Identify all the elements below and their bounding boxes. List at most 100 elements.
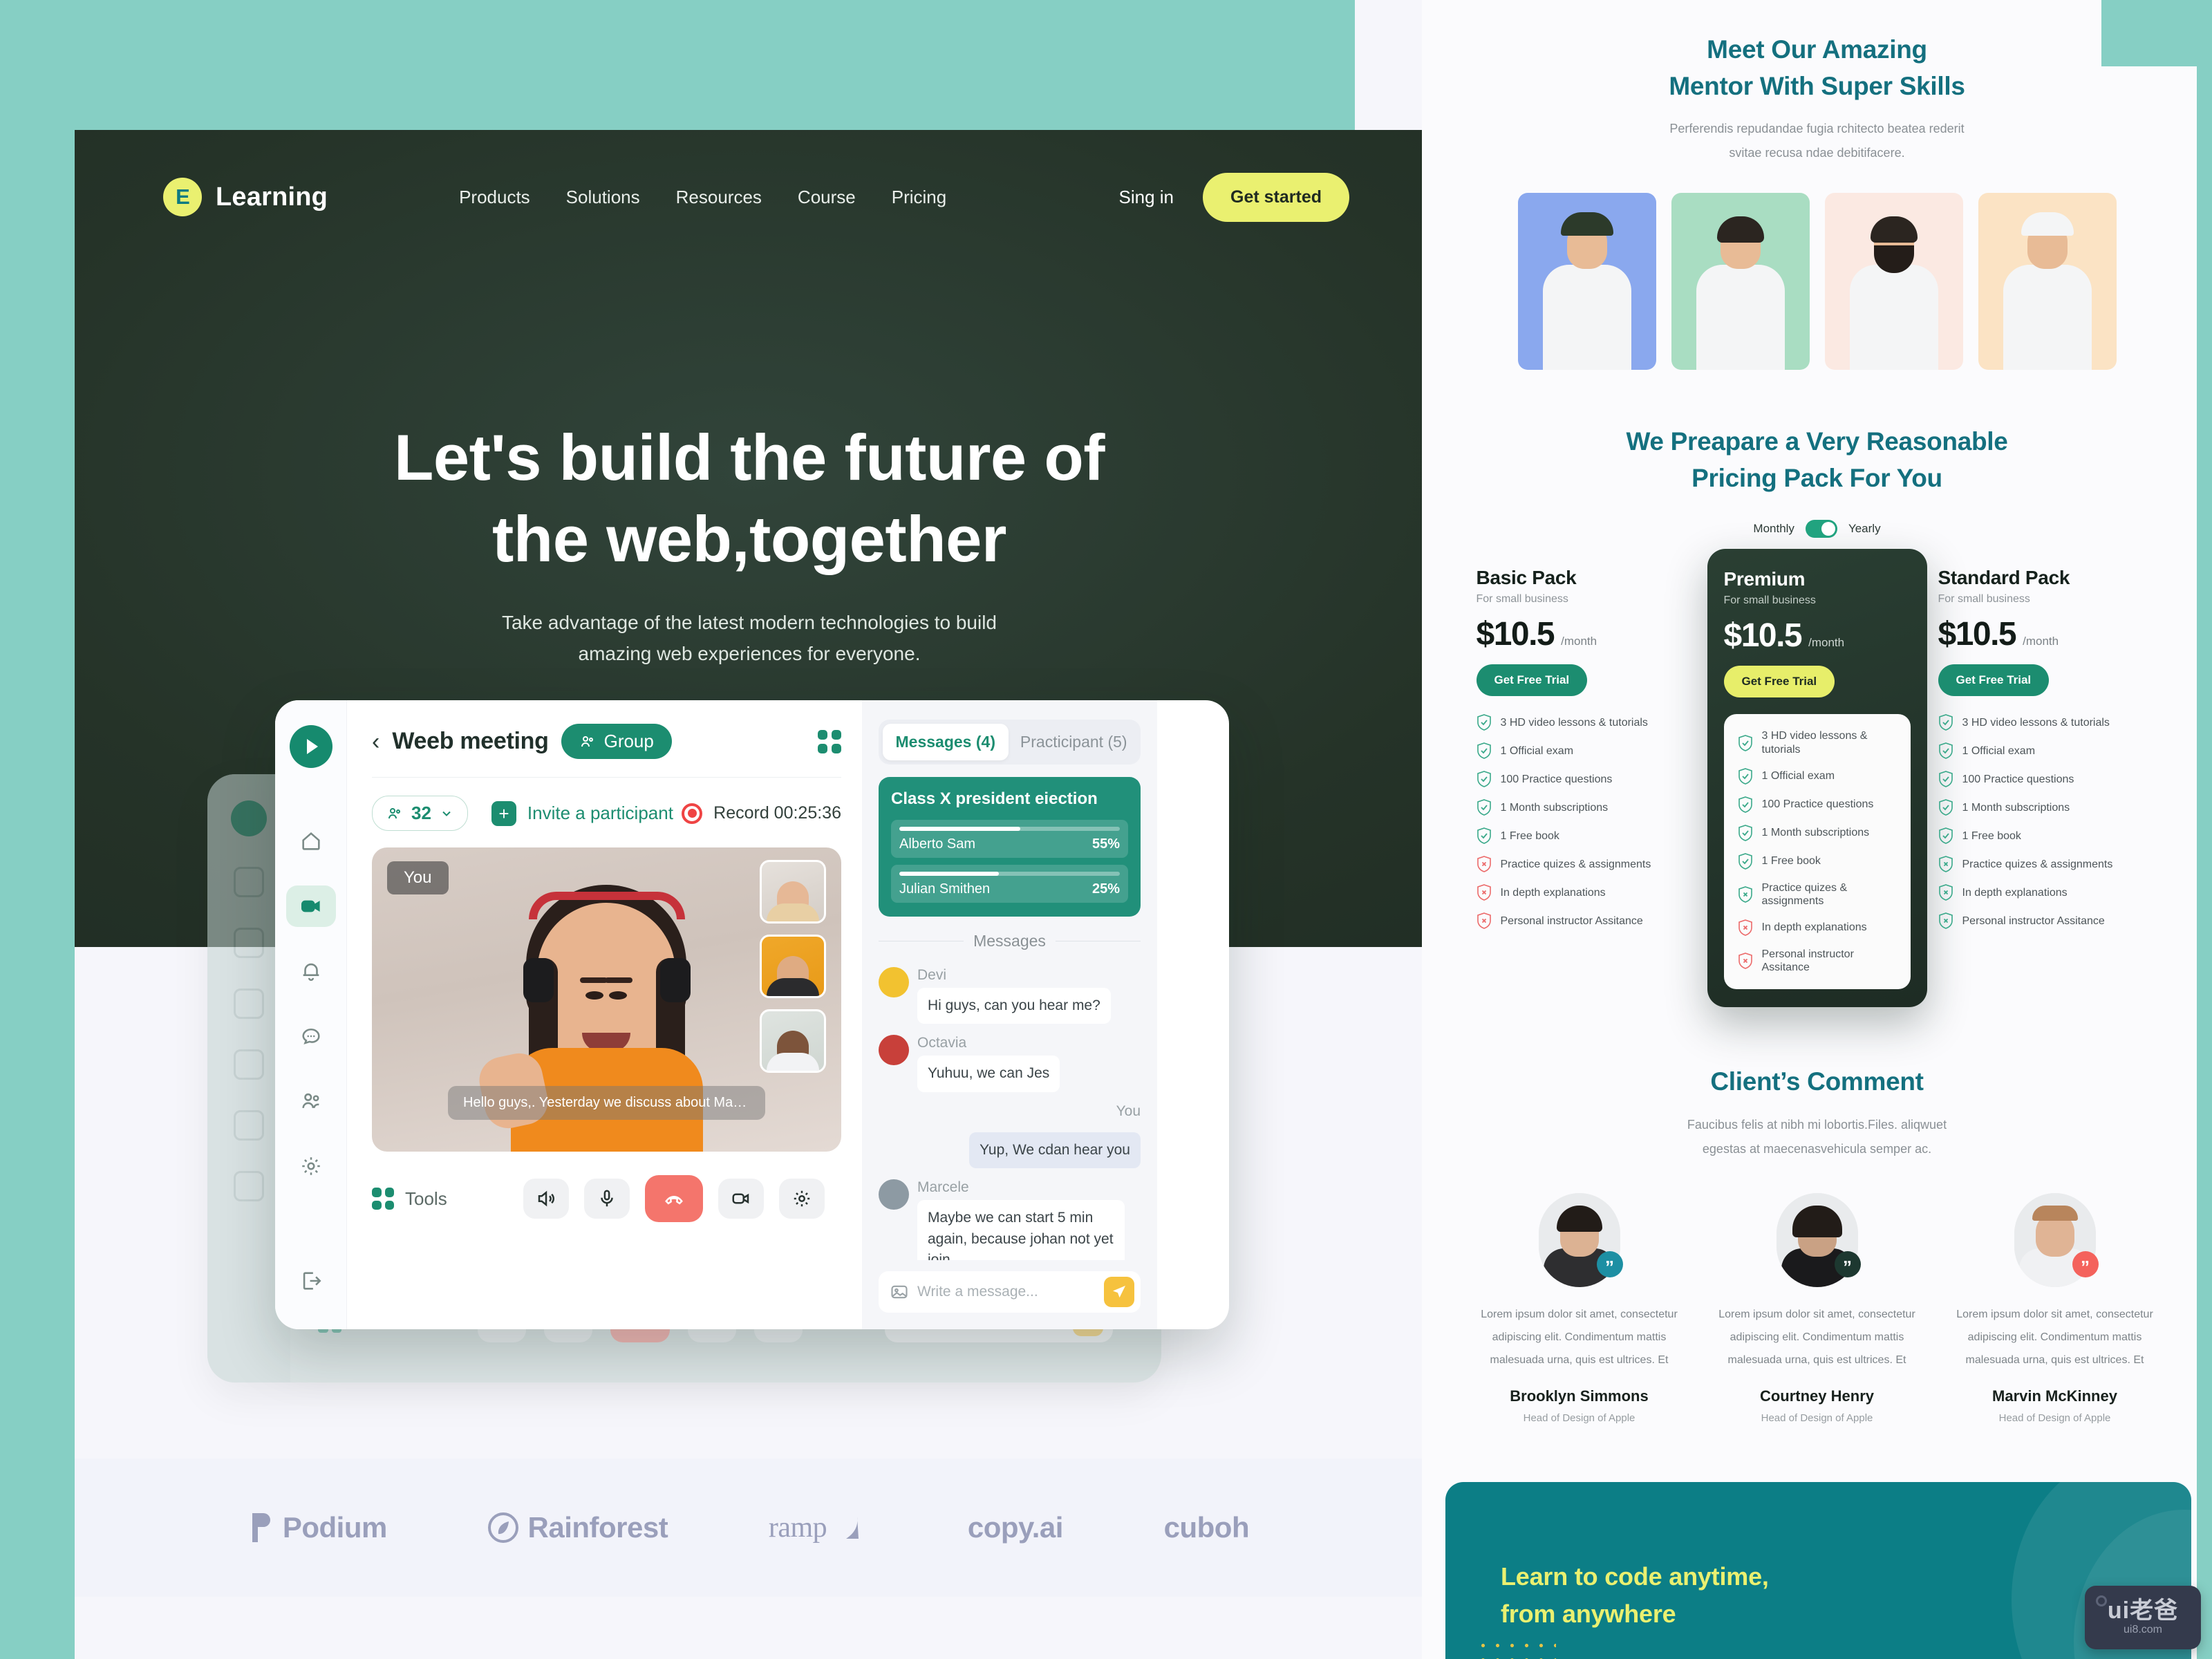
cta-banner: Learn to code anytime, from anywhere xyxy=(1445,1481,2191,1659)
speaker-icon xyxy=(538,1190,554,1207)
logo-rainforest: Rainforest xyxy=(487,1511,668,1544)
poll-meta: Alberto Sam 55% xyxy=(899,836,1120,852)
billing-toggle[interactable] xyxy=(1805,520,1837,538)
logo-rainforest-label: Rainforest xyxy=(527,1511,668,1544)
sidebar-item-chat[interactable] xyxy=(286,1015,336,1057)
logo-cuboh: cuboh xyxy=(1164,1511,1250,1544)
participant-thumbnail[interactable] xyxy=(760,935,826,998)
meeting-header: ‹ Weeb meeting Group xyxy=(372,724,841,759)
feature-row: Practice quizes & assignments xyxy=(1938,856,2158,873)
tab-messages[interactable]: Messages (4) xyxy=(883,724,1009,760)
plan-price-row: $10.5 /month xyxy=(1477,615,1696,653)
avatar-hair xyxy=(1556,1206,1602,1232)
poll-option[interactable]: Julian Smithen 25% xyxy=(891,865,1128,903)
sidebar-item-logout[interactable] xyxy=(286,1260,336,1302)
participant-thumbnail[interactable] xyxy=(760,860,826,924)
testimonial-role: Head of Design of Apple xyxy=(1998,1412,2111,1424)
sidebar-item-notifications[interactable] xyxy=(286,950,336,992)
get-started-button[interactable]: Get started xyxy=(1203,172,1349,222)
feature-row: 1 Free book xyxy=(1738,852,1897,870)
plan-price: $10.5 xyxy=(1938,616,2017,653)
plan-features: 3 HD video lessons & tutorials 1 Officia… xyxy=(1938,714,2158,930)
feature-row: Personal instructor Assitance xyxy=(1738,948,1897,974)
chat-tabs: Messages (4) Practicipant (5) xyxy=(879,720,1141,765)
testimonial-card: ” Lorem ipsum dolor sit amet, consectetu… xyxy=(1465,1193,1694,1424)
pricing-title-line2: Pricing Pack For You xyxy=(1691,463,1942,492)
get-free-trial-button[interactable]: Get Free Trial xyxy=(1723,666,1835,698)
pricing-cards: Basic Pack For small business $10.5 /mon… xyxy=(1422,549,2212,1008)
logo-podium: Podium xyxy=(250,1511,387,1544)
avatar xyxy=(879,967,909,997)
cross-shield-icon xyxy=(1938,884,1953,901)
cross-shield-icon xyxy=(1477,884,1491,901)
avatar-eye-right xyxy=(585,991,603,1000)
send-button[interactable] xyxy=(1104,1277,1134,1307)
nav-item-pricing[interactable]: Pricing xyxy=(892,187,946,208)
avatar-hair xyxy=(2032,1206,2078,1221)
avatar: ” xyxy=(1538,1193,1623,1288)
nav-item-products[interactable]: Products xyxy=(459,187,530,208)
get-free-trial-button[interactable]: Get Free Trial xyxy=(1938,664,2050,697)
feature-label: Personal instructor Assitance xyxy=(1500,915,1643,927)
message-list: Devi Hi guys, can you hear me? Octavia Y… xyxy=(879,956,1141,1260)
feature-row: 1 Month subscriptions xyxy=(1938,799,2158,816)
tools-button[interactable]: Tools xyxy=(372,1188,447,1210)
nav-item-resources[interactable]: Resources xyxy=(676,187,762,208)
settings-button[interactable] xyxy=(778,1179,825,1219)
tab-participants[interactable]: Practicipant (5) xyxy=(1011,724,1137,760)
feature-row: Personal instructor Assitance xyxy=(1938,912,2158,930)
nav-item-solutions[interactable]: Solutions xyxy=(566,187,640,208)
message-author: You xyxy=(1116,1103,1141,1119)
mentor-card[interactable] xyxy=(1824,193,1963,371)
microphone-button[interactable] xyxy=(583,1179,630,1219)
image-attachment-icon[interactable] xyxy=(890,1282,909,1302)
video-button[interactable] xyxy=(718,1179,764,1219)
feature-label: Personal instructor Assitance xyxy=(1962,915,2105,927)
mentor-card[interactable] xyxy=(1671,193,1810,371)
check-shield-icon xyxy=(1477,714,1491,731)
feature-row: In depth explanations xyxy=(1938,884,2158,901)
invite-participant-button[interactable]: + Invite a participant xyxy=(491,800,673,826)
feature-label: 1 Month subscriptions xyxy=(1500,801,1609,814)
mentor-card[interactable] xyxy=(1978,193,2117,371)
headphone-cup-left xyxy=(523,958,554,1002)
signin-link[interactable]: Sing in xyxy=(1119,187,1174,208)
group-badge[interactable]: Group xyxy=(561,724,672,759)
get-free-trial-button[interactable]: Get Free Trial xyxy=(1476,664,1588,697)
video-icon xyxy=(732,1193,749,1204)
participant-thumbnail[interactable] xyxy=(760,1009,826,1073)
feature-row: 1 Official exam xyxy=(1738,767,1897,785)
brand-logo[interactable]: E Learning xyxy=(163,178,328,216)
cta-title: Learn to code anytime, from anywhere xyxy=(1501,1558,1769,1633)
call-controls xyxy=(523,1175,825,1222)
people-icon xyxy=(388,807,400,818)
cross-shield-icon xyxy=(1738,919,1752,936)
logo-copyai-label: copy.ai xyxy=(967,1511,1064,1544)
sidebar-item-participants[interactable] xyxy=(286,1080,336,1122)
participant-count-pill[interactable]: 32 xyxy=(372,796,468,831)
cross-shield-icon xyxy=(1477,912,1491,930)
cross-shield-icon xyxy=(1477,856,1491,873)
layout-grid-icon[interactable] xyxy=(818,729,841,753)
quote-icon: ” xyxy=(1596,1251,1623,1278)
speaker-button[interactable] xyxy=(523,1179,569,1219)
feature-row: 1 Free book xyxy=(1477,827,1696,845)
check-shield-icon xyxy=(1938,771,1953,788)
nav-item-course[interactable]: Course xyxy=(798,187,856,208)
mentor-card[interactable] xyxy=(1517,193,1656,371)
app-logo-icon xyxy=(289,725,332,768)
mentor-body xyxy=(1696,265,1785,371)
back-icon[interactable]: ‹ xyxy=(372,730,379,753)
meeting-sidebar-rail xyxy=(275,700,347,1329)
sidebar-item-settings[interactable] xyxy=(286,1145,336,1187)
hangup-button[interactable] xyxy=(644,1175,703,1222)
message-input[interactable] xyxy=(917,1284,1096,1300)
mentor-body xyxy=(1849,265,1938,371)
watermark-badge: ui老爸 ui8.com xyxy=(2085,1586,2201,1649)
headphone-cup-right xyxy=(659,958,691,1002)
sidebar-item-video[interactable] xyxy=(285,885,336,927)
brand-name: Learning xyxy=(216,182,328,212)
video-stage: You Hello guys,. Yesterday we discuss ab… xyxy=(372,847,841,1152)
poll-option[interactable]: Alberto Sam 55% xyxy=(891,820,1128,858)
sidebar-item-home[interactable] xyxy=(286,821,336,862)
